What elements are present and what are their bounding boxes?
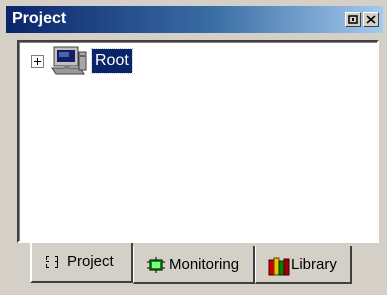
computer-icon: [51, 46, 87, 75]
project-tree-icon: [46, 256, 58, 268]
project-panel: Project Root Project Monitoring Library: [0, 0, 387, 295]
dock-icon: [348, 15, 358, 24]
monitoring-icon: [147, 257, 165, 273]
close-icon: [366, 15, 376, 24]
close-button[interactable]: [363, 12, 379, 27]
tree-node-root[interactable]: Root: [91, 48, 133, 74]
tab-monitoring-label: Monitoring: [169, 256, 240, 273]
tab-monitoring[interactable]: Monitoring: [133, 246, 255, 284]
tab-project[interactable]: Project: [30, 243, 133, 283]
tab-library-label: Library: [291, 256, 337, 273]
expand-toggle[interactable]: [31, 55, 44, 68]
panel-title: Project: [12, 10, 67, 27]
library-books-icon: [268, 257, 290, 276]
panel-titlebar[interactable]: Project: [6, 6, 383, 33]
tree-viewport: Root: [19, 42, 377, 241]
dock-button[interactable]: [345, 12, 361, 27]
project-tree[interactable]: Root: [17, 40, 379, 243]
tab-project-label: Project: [67, 253, 114, 270]
tab-library[interactable]: Library: [255, 246, 352, 284]
